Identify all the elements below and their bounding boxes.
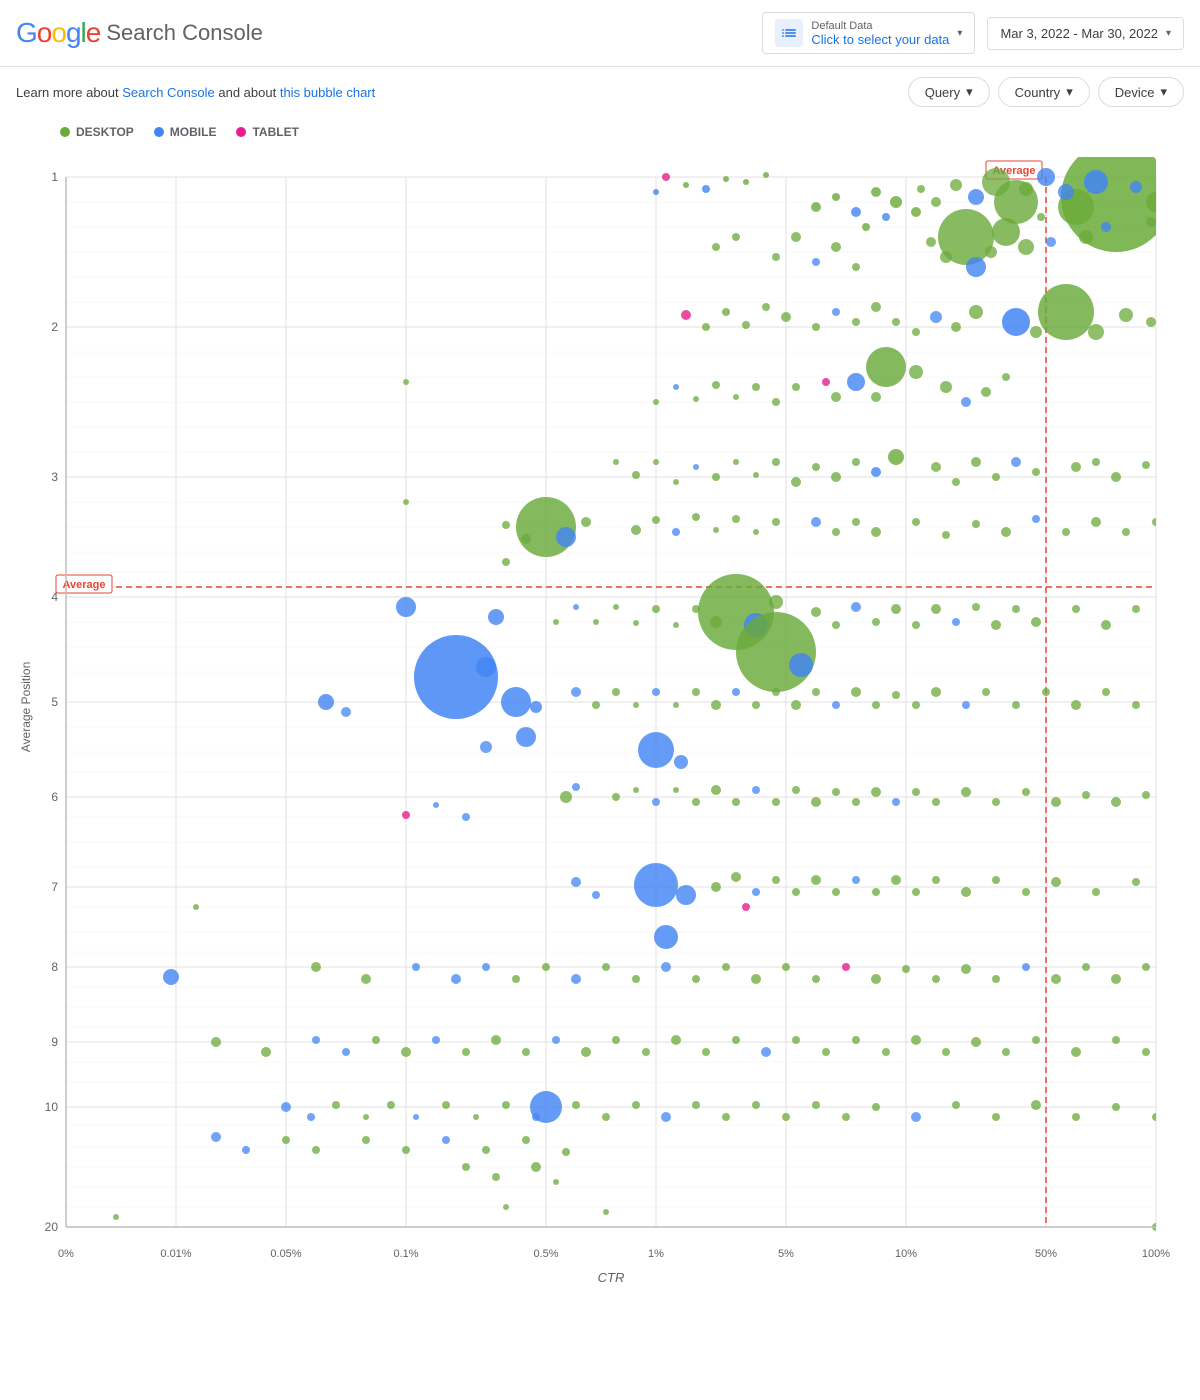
data-selector-icon	[775, 19, 803, 47]
chart-legend: DESKTOP MOBILE TABLET	[0, 117, 1200, 147]
data-selector-arrow: ▾	[957, 28, 962, 39]
svg-text:100%: 100%	[1142, 1248, 1170, 1260]
svg-text:0.05%: 0.05%	[270, 1248, 301, 1260]
svg-text:0.1%: 0.1%	[393, 1248, 418, 1260]
tablet-label: TABLET	[252, 125, 298, 139]
svg-text:5: 5	[51, 695, 58, 709]
search-console-link[interactable]: Search Console	[122, 85, 215, 100]
legend-mobile: MOBILE	[154, 125, 217, 139]
data-selector[interactable]: Default Data Click to select your data ▾	[762, 12, 975, 54]
svg-text:20: 20	[45, 1220, 59, 1234]
subheader: Learn more about Search Console and abou…	[0, 67, 1200, 117]
svg-text:10: 10	[45, 1100, 59, 1114]
svg-text:0%: 0%	[58, 1248, 74, 1260]
filter-controls: Query ▾ Country ▾ Device ▾	[908, 77, 1184, 107]
device-filter[interactable]: Device ▾	[1098, 77, 1184, 107]
tablet-dot	[236, 127, 246, 137]
and-text: and about	[218, 85, 276, 100]
query-filter[interactable]: Query ▾	[908, 77, 990, 107]
data-selector-title: Default Data	[811, 20, 949, 32]
learn-text: Learn more about	[16, 85, 119, 100]
query-arrow: ▾	[966, 84, 973, 100]
country-label: Country	[1015, 85, 1061, 100]
svg-text:2: 2	[51, 320, 58, 334]
svg-text:1%: 1%	[648, 1248, 664, 1260]
date-selector[interactable]: Mar 3, 2022 - Mar 30, 2022 ▾	[987, 17, 1184, 50]
page-wrapper: Google Search Console Default Data Click…	[0, 0, 1200, 1327]
product-name: Search Console	[106, 20, 263, 46]
svg-text:9: 9	[51, 1035, 58, 1049]
svg-text:8: 8	[51, 960, 58, 974]
svg-text:1: 1	[51, 170, 58, 184]
svg-text:5%: 5%	[778, 1248, 794, 1260]
svg-text:6: 6	[51, 790, 58, 804]
desktop-dot	[60, 127, 70, 137]
desktop-label: DESKTOP	[76, 125, 134, 139]
country-arrow: ▾	[1066, 84, 1073, 100]
legend-tablet: TABLET	[236, 125, 298, 139]
legend-desktop: DESKTOP	[60, 125, 134, 139]
mobile-dot	[154, 127, 164, 137]
logo-text: Google	[16, 17, 100, 49]
bubble-chart-link[interactable]: this bubble chart	[280, 85, 375, 100]
svg-text:10%: 10%	[895, 1248, 917, 1260]
data-selector-subtitle: Click to select your data	[811, 32, 949, 47]
country-filter[interactable]: Country ▾	[998, 77, 1090, 107]
svg-text:0.5%: 0.5%	[533, 1248, 558, 1260]
subheader-links: Learn more about Search Console and abou…	[16, 85, 375, 100]
mobile-label: MOBILE	[170, 125, 217, 139]
svg-text:0.01%: 0.01%	[160, 1248, 191, 1260]
query-label: Query	[925, 85, 960, 100]
svg-text:50%: 50%	[1035, 1248, 1057, 1260]
bubble-chart: Average Position	[16, 147, 1184, 1327]
chart-container: Average Position	[16, 147, 1184, 1327]
date-range-text: Mar 3, 2022 - Mar 30, 2022	[1000, 26, 1158, 41]
device-label: Device	[1115, 85, 1155, 100]
svg-text:7: 7	[51, 880, 58, 894]
header: Google Search Console Default Data Click…	[0, 0, 1200, 67]
logo: Google Search Console	[16, 17, 263, 49]
svg-text:3: 3	[51, 470, 58, 484]
svg-text:Average: Average	[62, 579, 105, 591]
device-arrow: ▾	[1160, 84, 1167, 100]
date-selector-arrow: ▾	[1166, 28, 1171, 39]
data-selector-text: Default Data Click to select your data	[811, 20, 949, 47]
header-controls: Default Data Click to select your data ▾…	[762, 12, 1184, 54]
y-axis-label: Average Position	[19, 662, 33, 753]
svg-text:CTR: CTR	[598, 1270, 625, 1285]
